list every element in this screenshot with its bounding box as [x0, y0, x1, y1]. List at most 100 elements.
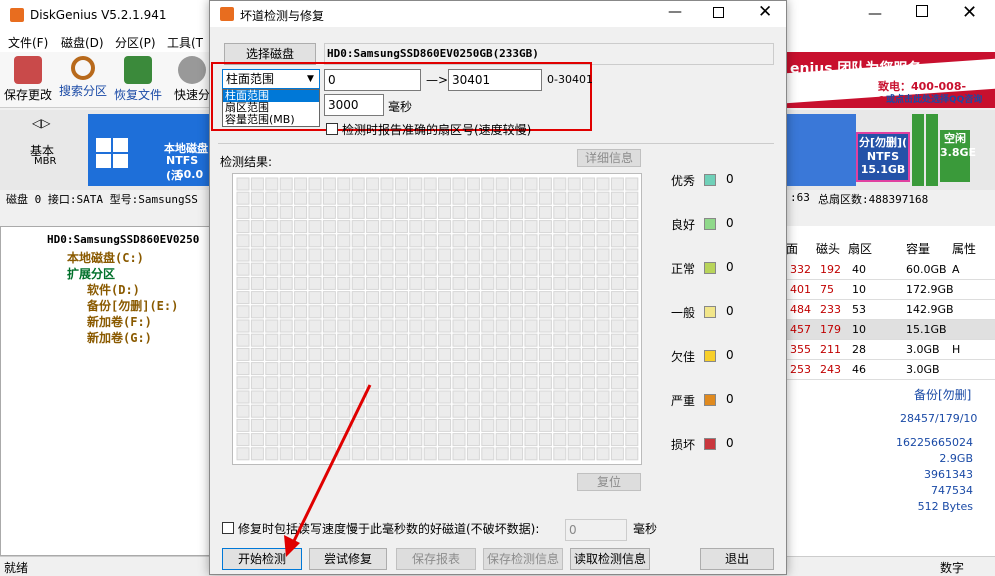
grid-cell — [423, 362, 437, 376]
grid-cell — [423, 220, 437, 234]
grid-cell — [495, 362, 509, 376]
range-from-input[interactable]: 0 — [324, 69, 421, 91]
grid-cell — [466, 362, 480, 376]
report-sector-checkbox[interactable] — [326, 123, 338, 135]
detail-info-button[interactable]: 详细信息 — [577, 149, 641, 167]
grid-cell — [409, 404, 423, 418]
grid-cell — [250, 433, 264, 447]
grid-cell — [380, 276, 394, 290]
close-button[interactable]: ✕ — [962, 2, 977, 23]
tree-f[interactable]: 新加卷(F:) — [87, 313, 152, 330]
partition-e-block[interactable]: 分[勿删](NTFS 15.1GB — [856, 132, 910, 182]
partition-g-block[interactable] — [912, 114, 924, 186]
grid-cell — [236, 404, 250, 418]
grid-cell — [380, 205, 394, 219]
tree-disk[interactable]: HD0:SamsungSSD860EV0250 — [47, 233, 199, 246]
maximize-button[interactable] — [916, 5, 928, 17]
grid-cell — [236, 390, 250, 404]
grid-cell — [423, 347, 437, 361]
disk-prev-icon[interactable]: ◁▷ — [32, 116, 50, 130]
minimize-button[interactable]: — — [868, 6, 882, 22]
table-row[interactable]: 484 233 53 142.9GB — [786, 300, 995, 320]
grid-cell — [625, 404, 639, 418]
menu-disk[interactable]: 磁盘(D) — [61, 34, 104, 51]
range-option-capacity[interactable]: 容量范围(MB) — [223, 114, 319, 126]
grid-cell — [495, 347, 509, 361]
table-row[interactable]: 355 211 28 3.0GB H — [786, 340, 995, 360]
menu-tools[interactable]: 工具(T — [167, 34, 203, 51]
repair-ms-input[interactable]: 0 — [565, 519, 627, 541]
range-to-input[interactable]: 30401 — [448, 69, 542, 91]
grid-cell — [452, 433, 466, 447]
save-changes-button[interactable]: 保存更改 — [2, 56, 54, 103]
table-header[interactable]: 容量 — [906, 240, 930, 257]
legend-swatch — [704, 262, 716, 274]
grid-cell — [409, 376, 423, 390]
table-row[interactable]: 457 179 10 15.1GB — [786, 320, 995, 340]
grid-cell — [236, 248, 250, 262]
recover-files-button[interactable]: 恢复文件 — [112, 56, 164, 103]
free-space-block[interactable]: 空闲 3.8GE — [940, 130, 976, 182]
tree-e[interactable]: 备份[勿删](E:) — [87, 297, 178, 314]
table-row[interactable]: 253 243 46 3.0GB — [786, 360, 995, 380]
menu-partition[interactable]: 分区(P) — [115, 34, 156, 51]
grid-cell — [265, 433, 279, 447]
dialog-close-button[interactable]: ✕ — [758, 2, 772, 22]
grid-cell — [596, 205, 610, 219]
grid-cell — [438, 376, 452, 390]
timeout-input[interactable]: 3000 — [324, 94, 384, 116]
grid-cell — [625, 447, 639, 461]
partition-h-block[interactable] — [926, 114, 938, 186]
reset-button[interactable]: 复位 — [577, 473, 641, 491]
save-report-button[interactable]: 保存报表 — [396, 548, 476, 570]
grid-cell — [510, 362, 524, 376]
grid-cell — [582, 291, 596, 305]
read-scan-info-button[interactable]: 读取检测信息 — [570, 548, 650, 570]
grid-cell — [236, 262, 250, 276]
grid-cell — [337, 177, 351, 191]
grid-cell — [380, 390, 394, 404]
support-banner[interactable]: enius 团队为您服务 致电：400-008-9958 或点击此处选择QQ咨询 — [786, 52, 995, 108]
partition-f-block[interactable] — [786, 114, 856, 186]
menu-file[interactable]: 文件(F) — [8, 34, 48, 51]
tree-d[interactable]: 软件(D:) — [87, 281, 140, 298]
grid-cell — [610, 220, 624, 234]
table-row[interactable]: 401 75 10 172.9GB — [786, 280, 995, 300]
grid-cell — [265, 291, 279, 305]
grid-cell — [452, 276, 466, 290]
search-partition-button[interactable]: 搜索分区 — [57, 56, 109, 99]
grid-cell — [538, 248, 552, 262]
grid-cell — [596, 433, 610, 447]
grid-cell — [610, 177, 624, 191]
grid-cell — [567, 433, 581, 447]
dialog-minimize-button[interactable]: — — [668, 4, 682, 20]
save-scan-info-button[interactable]: 保存检测信息 — [483, 548, 563, 570]
table-header[interactable]: 属性 — [952, 240, 976, 257]
grid-cell — [582, 376, 596, 390]
table-header[interactable]: 面 — [786, 240, 798, 257]
grid-cell — [582, 390, 596, 404]
grid-cell — [481, 347, 495, 361]
table-header[interactable]: 扇区 — [848, 240, 872, 257]
dialog-maximize-button[interactable] — [713, 7, 724, 18]
grid-cell — [351, 276, 365, 290]
range-select[interactable]: 柱面范围 ▼ — [222, 69, 320, 89]
exit-button[interactable]: 退出 — [700, 548, 774, 570]
tree-g[interactable]: 新加卷(G:) — [87, 329, 152, 346]
grid-cell — [553, 447, 567, 461]
table-row[interactable]: 332 192 40 60.0GB A — [786, 260, 995, 280]
table-header[interactable]: 磁头 — [816, 240, 840, 257]
grid-cell — [481, 291, 495, 305]
grid-cell — [596, 305, 610, 319]
grid-cell — [438, 248, 452, 262]
grid-cell — [438, 447, 452, 461]
tree-extended[interactable]: 扩展分区 — [67, 265, 115, 282]
grid-cell — [610, 291, 624, 305]
grid-cell — [236, 433, 250, 447]
quick-partition-icon — [178, 56, 206, 84]
table-cell: 3.0GB — [906, 363, 940, 376]
tree-c[interactable]: 本地磁盘(C:) — [67, 249, 144, 266]
table-cell: 46 — [852, 363, 866, 376]
repair-slow-checkbox[interactable] — [222, 522, 234, 534]
partition-c-block[interactable]: 本地磁盘 NTFS (活 60.0 — [88, 114, 210, 186]
